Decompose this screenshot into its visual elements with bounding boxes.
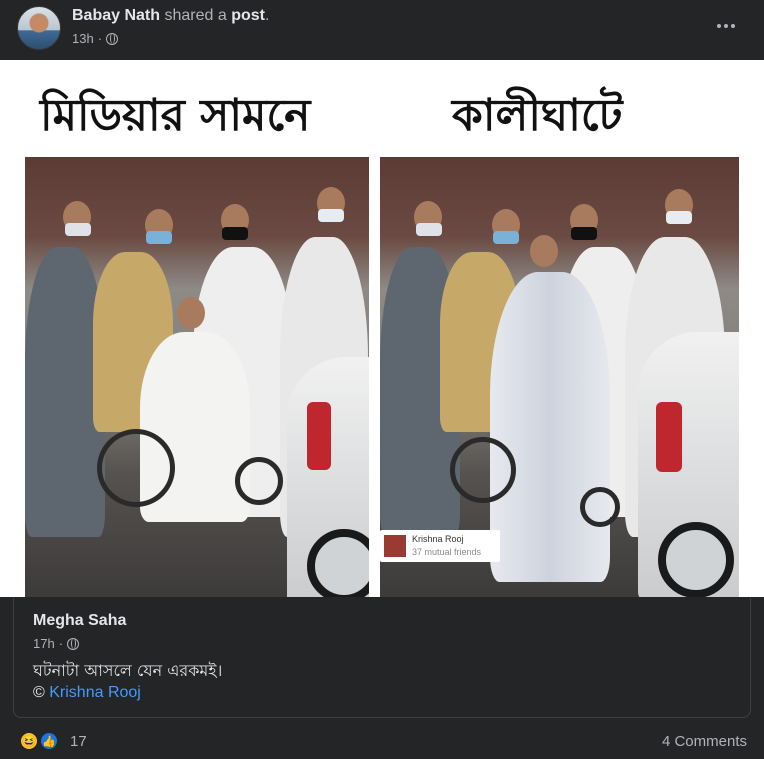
wheelchair-wheel [97, 429, 175, 507]
face-mask [416, 223, 442, 236]
left-caption: মিডিয়ার সামনে [40, 90, 311, 141]
author-name[interactable]: Babay Nath [72, 7, 160, 24]
wheelchair-wheel [235, 457, 283, 505]
post-header: Babay Nath shared a post. 13h · [0, 0, 764, 60]
author-avatar[interactable] [17, 6, 61, 50]
post-image[interactable]: মিডিয়ার সামনে কালীঘাটে Krishna Rooj 37 … [0, 60, 764, 597]
credit-line: © Krishna Rooj [33, 684, 141, 702]
shared-post-text: ঘটনাটা আসলে যেন এরকমই। [33, 661, 223, 680]
walking-figure [490, 272, 610, 582]
like-reaction-icon[interactable]: 👍 [39, 731, 59, 751]
car-wheel [658, 522, 734, 597]
meta-separator: · [58, 636, 64, 651]
post-footer: 😆 👍 17 4 Comments [0, 725, 764, 759]
shared-author-name[interactable]: Megha Saha [33, 612, 126, 630]
wheelchair-wheel [450, 437, 516, 503]
wheelchair-wheel [580, 487, 620, 527]
figure-head [177, 297, 205, 329]
period: . [264, 7, 270, 24]
right-caption: কালীঘাটে [452, 90, 623, 141]
figure-head [530, 235, 558, 267]
shared-post-card[interactable]: Megha Saha 17h · ঘটনাটা আসলে যেন এরকমই। … [13, 598, 751, 718]
post-time[interactable]: 13h [72, 31, 94, 46]
credit-link[interactable]: Krishna Rooj [49, 684, 141, 701]
car-taillight [307, 402, 331, 470]
reaction-count[interactable]: 17 [70, 733, 87, 750]
face-mask [318, 209, 344, 222]
comments-count[interactable]: 4 Comments [662, 733, 747, 750]
tag-mutual-friends: 37 mutual friends [412, 547, 482, 557]
privacy-globe-icon[interactable] [106, 32, 119, 45]
shared-post-link[interactable]: post [231, 7, 265, 24]
face-mask [493, 231, 519, 244]
copyright-symbol: © [33, 684, 45, 701]
left-photo [25, 157, 369, 597]
face-mask [222, 227, 248, 240]
shared-post-meta: 17h · [33, 636, 80, 651]
face-mask [65, 223, 91, 236]
face-mask [571, 227, 597, 240]
haha-reaction-icon[interactable]: 😆 [19, 731, 39, 751]
tag-name: Krishna Rooj [412, 534, 464, 544]
face-mask [666, 211, 692, 224]
privacy-globe-icon[interactable] [67, 637, 80, 650]
post-attribution: Babay Nath shared a post. [72, 7, 269, 25]
shared-action-text: shared a [164, 7, 227, 24]
shared-post-time[interactable]: 17h [33, 636, 55, 651]
post-meta: 13h · [72, 31, 119, 46]
more-options-icon[interactable] [710, 14, 742, 38]
car-taillight [656, 402, 682, 472]
face-mask [146, 231, 172, 244]
meta-separator: · [97, 31, 103, 46]
profile-tag: Krishna Rooj 37 mutual friends [380, 530, 500, 562]
tag-avatar [384, 535, 406, 557]
